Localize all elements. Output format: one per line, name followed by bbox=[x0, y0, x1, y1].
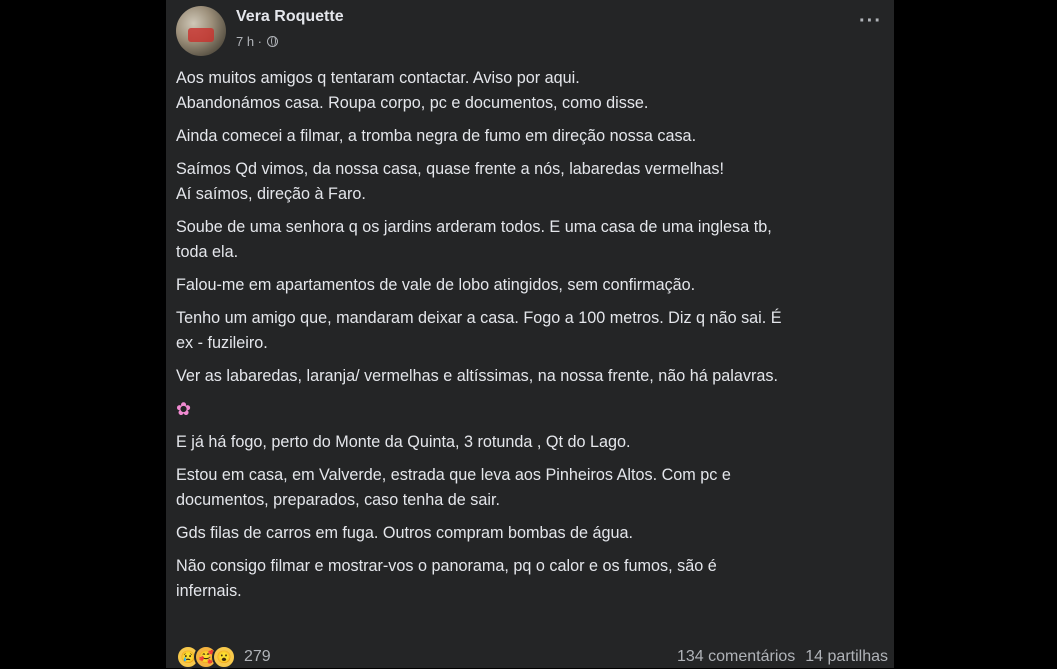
more-options-button[interactable]: ··· bbox=[859, 11, 882, 31]
post-line: E já há fogo, perto do Monte da Quinta, … bbox=[176, 433, 631, 451]
comments-count[interactable]: 134 comentários bbox=[677, 648, 795, 666]
post-line: Abandonámos casa. Roupa corpo, pc e docu… bbox=[176, 94, 649, 112]
shares-count[interactable]: 14 partilhas bbox=[805, 648, 888, 666]
post-line: Não consigo filmar e mostrar-vos o panor… bbox=[176, 557, 717, 575]
engagement-stats: 134 comentários 14 partilhas bbox=[677, 648, 888, 666]
post-line: ex - fuzileiro. bbox=[176, 334, 268, 352]
post-line: Ver as labaredas, laranja/ vermelhas e a… bbox=[176, 367, 778, 385]
flower-icon: ✿ bbox=[176, 399, 192, 419]
post-line: Falou-me em apartamentos de vale de lobo… bbox=[176, 276, 696, 294]
author-name[interactable]: Vera Roquette bbox=[236, 8, 344, 26]
post-line: Tenho um amigo que, mandaram deixar a ca… bbox=[176, 309, 782, 327]
post-line: infernais. bbox=[176, 582, 242, 600]
reactions[interactable]: 😢 🥰 😮 bbox=[176, 645, 236, 669]
post-line: Saímos Qd vimos, da nossa casa, quase fr… bbox=[176, 160, 724, 178]
post-line: Aos muitos amigos q tentaram contactar. … bbox=[176, 69, 580, 87]
post-line: documentos, preparados, caso tenha de sa… bbox=[176, 491, 500, 509]
post-header: Vera Roquette 7 h · ··· bbox=[174, 4, 884, 56]
post-line: Ainda comecei a filmar, a tromba negra d… bbox=[176, 127, 697, 145]
post-meta: 7 h · bbox=[236, 34, 279, 49]
reaction-count[interactable]: 279 bbox=[244, 648, 271, 666]
facebook-post: Vera Roquette 7 h · ··· Aos muitos amigo… bbox=[166, 0, 894, 669]
post-line: Estou em casa, em Valverde, estrada que … bbox=[176, 466, 731, 484]
post-line: Soube de uma senhora q os jardins ardera… bbox=[176, 218, 772, 236]
post-line: toda ela. bbox=[176, 243, 239, 261]
post-line: Aí saímos, direção à Faro. bbox=[176, 185, 366, 203]
avatar[interactable] bbox=[176, 6, 226, 56]
globe-icon bbox=[267, 36, 279, 47]
timestamp[interactable]: 7 h · bbox=[236, 34, 262, 49]
post-body: Aos muitos amigos q tentaram contactar. … bbox=[176, 66, 876, 604]
post-footer: 😢 🥰 😮 279 134 comentários 14 partilhas bbox=[176, 645, 888, 669]
post-line: Gds filas de carros em fuga. Outros comp… bbox=[176, 524, 634, 542]
wow-face-icon: 😮 bbox=[212, 645, 236, 669]
